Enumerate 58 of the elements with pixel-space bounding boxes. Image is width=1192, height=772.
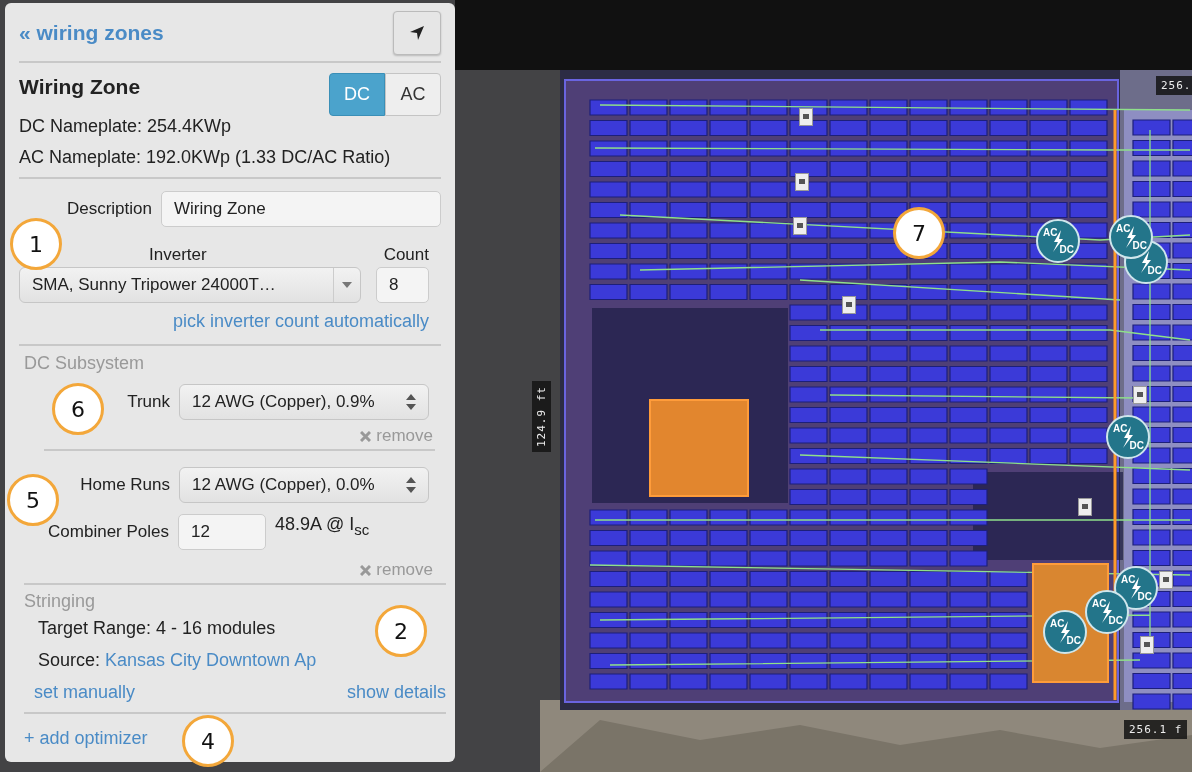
combiner-poles-field[interactable]: 12 [178, 514, 266, 550]
nameplate-text: AC Nameplate: 192.0KWp (1.33 DC/AC Ratio) [19, 147, 391, 168]
source-link[interactable]: Kansas City Downtown Ap [105, 650, 317, 671]
target-range-text: Target Range: 4 - 16 modules [38, 618, 276, 639]
combiner-box-icon[interactable] [1133, 386, 1147, 404]
description-field[interactable]: Wiring Zone [161, 191, 441, 227]
home-runs-select[interactable]: 12 AWG (Copper), 0.0% [179, 467, 429, 503]
trunk-label: Trunk [127, 392, 170, 412]
inverter-label: DC [1129, 441, 1144, 451]
inverter-select[interactable]: SMA, Sunny Tripower 24000T… [19, 267, 361, 303]
trunk-select[interactable]: 12 AWG (Copper), 0.9% [179, 384, 429, 420]
inverter-label: DC [1066, 636, 1081, 646]
auto-count-link[interactable]: pick inverter count automatically [172, 311, 429, 332]
dimension-label: 256. [1156, 76, 1192, 95]
combiner-box-icon[interactable] [1078, 498, 1092, 516]
combiner-box-icon[interactable] [795, 173, 809, 191]
mode-toggle-button[interactable]: DC [329, 73, 385, 116]
inverter-label: DC [1059, 245, 1074, 255]
inverter-label: Inverter [149, 245, 207, 265]
nameplate-text: DC Nameplate: 254.4KWp [19, 116, 232, 137]
home-runs-label: Home Runs [80, 475, 170, 495]
locate-button[interactable] [393, 11, 441, 55]
dimension-label: 256.1 f [1124, 720, 1188, 739]
back-link[interactable]: « wiring zones [19, 21, 164, 45]
navigation-arrow-icon [409, 25, 425, 41]
zone-title: Wiring Zone [19, 75, 141, 99]
set-manually-link[interactable]: set manually [34, 682, 136, 703]
inverter-label: AC [1113, 424, 1128, 434]
inverter-label: AC [1092, 599, 1107, 609]
close-icon [360, 564, 372, 576]
description-label: Description [66, 199, 152, 219]
close-icon [360, 430, 372, 442]
show-details-link[interactable]: show details [346, 682, 446, 703]
inverter-label: AC [1116, 224, 1131, 234]
inverter-label: DC [1132, 241, 1147, 251]
inverter-label: AC [1043, 228, 1058, 238]
caret-icon [342, 282, 352, 288]
combiner-box-icon[interactable] [1140, 636, 1154, 654]
inverter-label: DC [1137, 592, 1152, 602]
up-down-arrows-icon [406, 477, 416, 493]
up-down-arrows-icon [406, 394, 416, 410]
inverter-label: DC [1147, 266, 1162, 276]
source-label: Source: [38, 650, 101, 671]
count-label: Count [383, 245, 429, 265]
combiner-box-icon[interactable] [842, 296, 856, 314]
add-optimizer-link[interactable]: + add optimizer [24, 728, 148, 749]
section-heading: Stringing [24, 591, 97, 612]
section-heading: DC Subsystem [24, 353, 146, 374]
combiner-box-icon[interactable] [1159, 571, 1173, 589]
mode-toggle-button[interactable]: AC [385, 73, 441, 116]
count-field[interactable]: 8 [376, 267, 429, 303]
current-reading: 48.9A @ I$_{sc}$ [275, 514, 370, 538]
combiner-box-icon[interactable] [799, 108, 813, 126]
combiner-box-icon[interactable] [793, 217, 807, 235]
inverter-label: DC [1108, 616, 1123, 626]
dimension-label: 124.9 ft [532, 381, 551, 452]
inverter-label: AC [1121, 575, 1136, 585]
inverter-label: AC [1050, 619, 1065, 629]
